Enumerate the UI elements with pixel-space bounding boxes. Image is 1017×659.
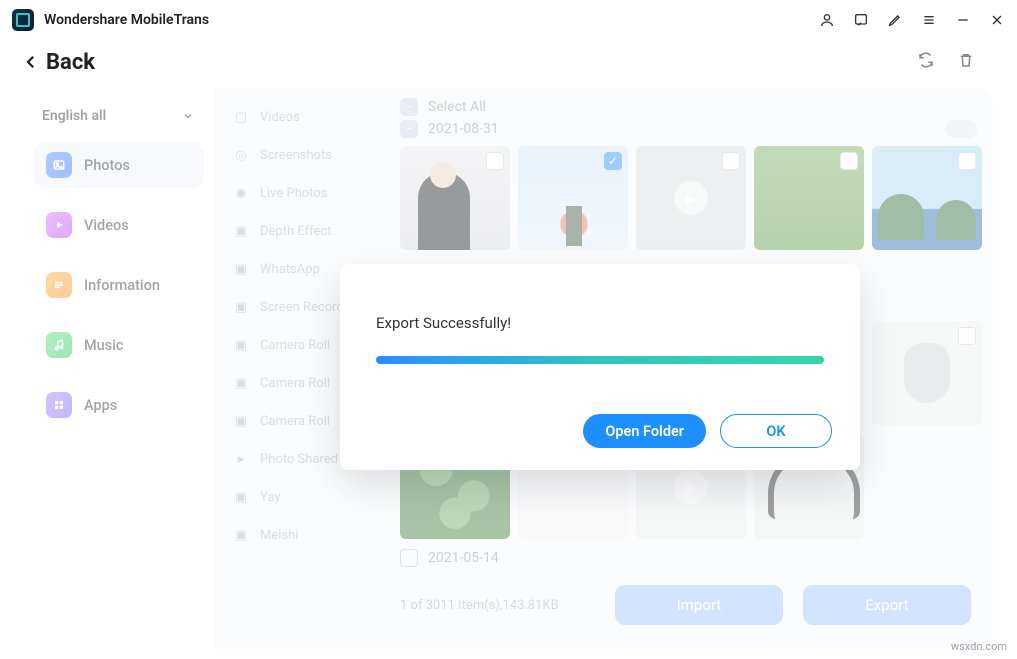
open-folder-button[interactable]: Open Folder (583, 414, 706, 448)
watermark: wsxdn.com (951, 640, 1007, 653)
minimize-icon[interactable] (955, 12, 971, 28)
edit-icon[interactable] (887, 12, 903, 28)
feedback-icon[interactable] (853, 12, 869, 28)
close-icon[interactable] (989, 12, 1005, 28)
back-label: Back (46, 50, 95, 75)
refresh-icon[interactable] (917, 51, 935, 73)
ok-button[interactable]: OK (720, 414, 832, 448)
progress-bar (376, 356, 824, 364)
dialog-title: Export Successfully! (376, 314, 824, 332)
app-logo (12, 9, 34, 31)
back-row: Back (0, 40, 1017, 84)
back-button[interactable]: Back (22, 50, 95, 75)
app-title: Wondershare MobileTrans (44, 12, 209, 28)
titlebar: Wondershare MobileTrans (0, 0, 1017, 40)
trash-icon[interactable] (957, 51, 975, 73)
export-success-dialog: Export Successfully! Open Folder OK (340, 264, 860, 470)
menu-icon[interactable] (921, 12, 937, 28)
chevron-left-icon (22, 53, 40, 71)
account-icon[interactable] (819, 12, 835, 28)
